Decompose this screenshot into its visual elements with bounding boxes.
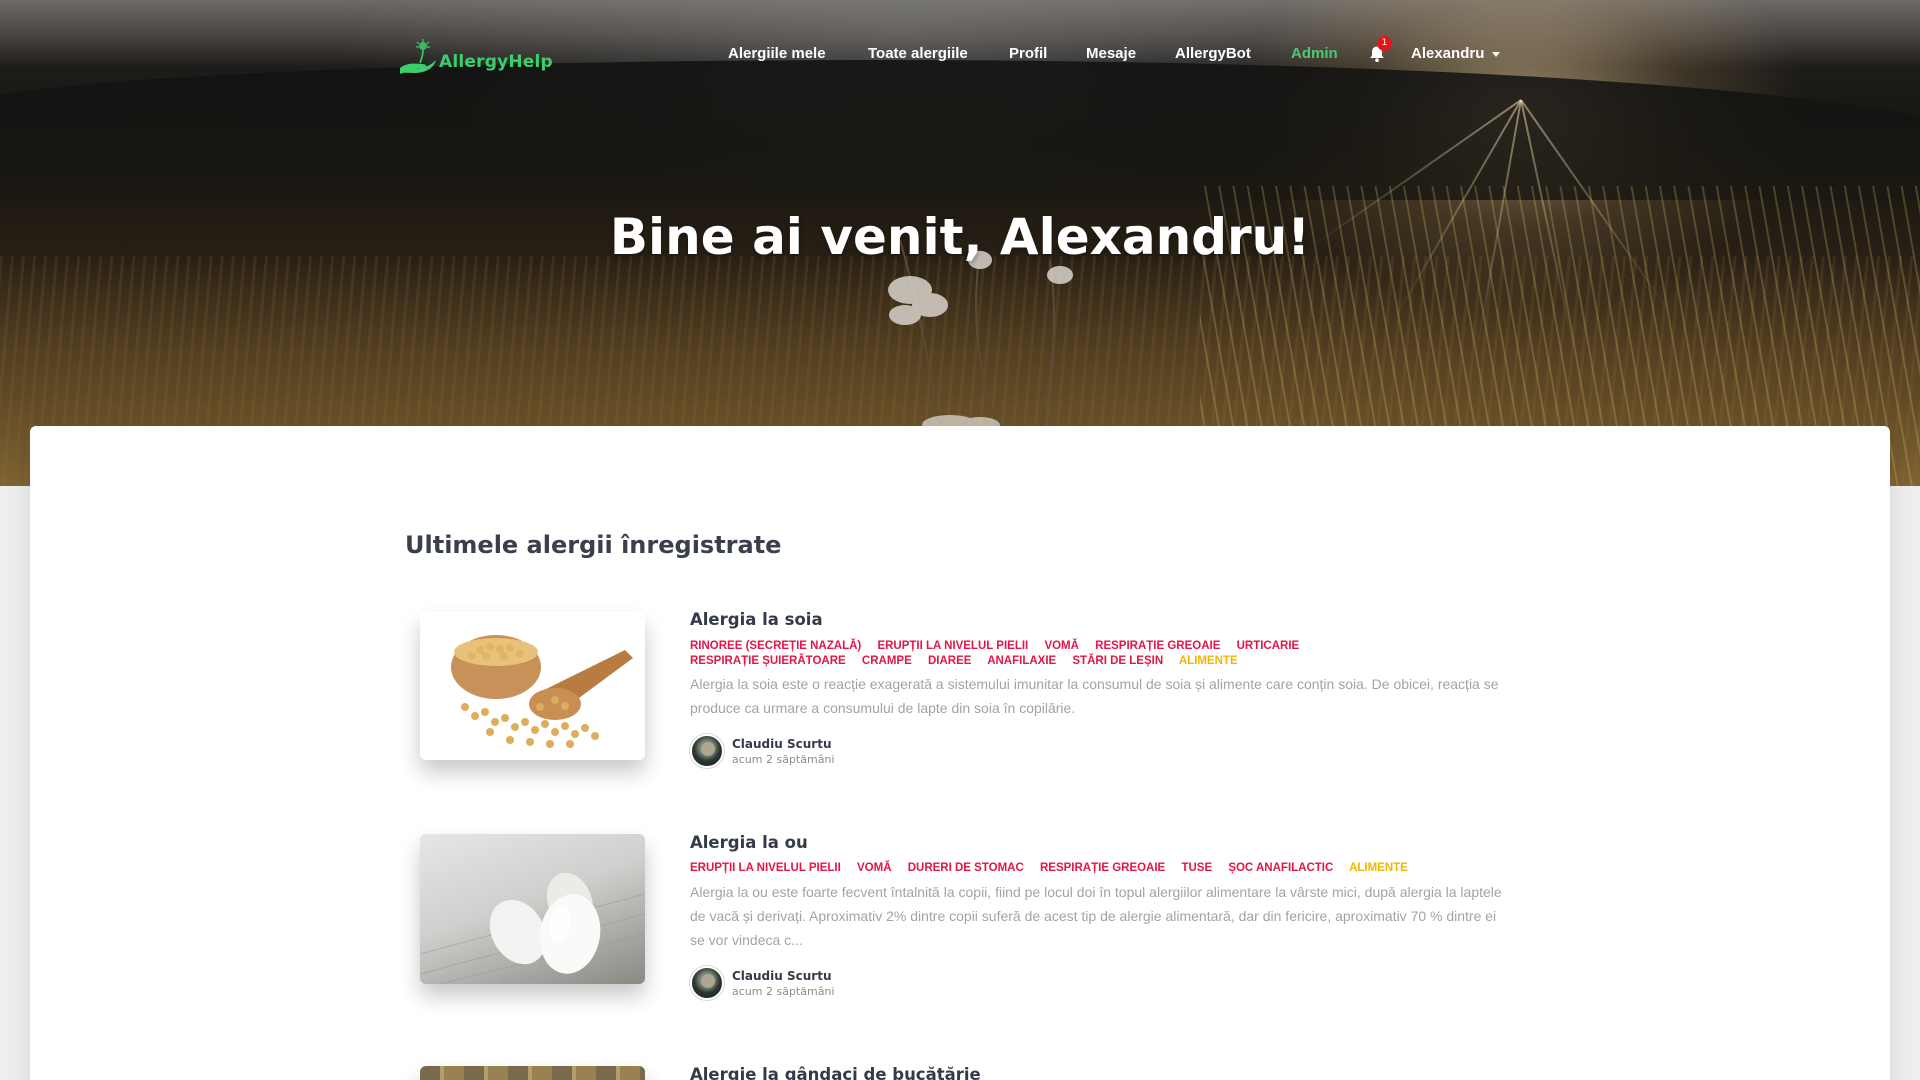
allergy-title[interactable]: Alergia la soia <box>690 610 823 629</box>
hero-title: Bine ai venit, Alexandru! <box>609 208 1311 266</box>
content-card <box>30 426 1890 1080</box>
symptom-tags: Erupții la nivelul pielii Vomă Dureri de… <box>690 861 1450 876</box>
allergy-title[interactable]: Alergia la ou <box>690 833 808 852</box>
author-name[interactable]: Claudiu Scurtu <box>732 969 834 983</box>
soybeans-image[interactable] <box>420 612 645 760</box>
symptom-tag[interactable]: Urticarie <box>1237 640 1300 652</box>
eggs-illustration <box>420 872 645 984</box>
symptom-tag[interactable]: Erupții la nivelul pielii <box>690 862 841 874</box>
nav-menu: Alergiile mele Toate alergiile Profil Me… <box>0 45 1920 67</box>
author-info: Claudiu Scurtu acum 2 săptămâni <box>690 734 834 768</box>
post-time: acum 2 săptămâni <box>732 752 835 766</box>
symptom-tag[interactable]: Erupții la nivelul pielii <box>877 640 1028 652</box>
user-name: Alexandru <box>1411 45 1485 62</box>
symptom-tag[interactable]: Anafilaxie <box>987 655 1056 667</box>
symptom-tag[interactable]: Respirație greoaie <box>1095 640 1220 652</box>
symptom-tag[interactable]: Diaree <box>928 655 971 667</box>
symptom-tag[interactable]: Șoc anafilactic <box>1228 862 1333 874</box>
category-tag[interactable]: Alimente <box>1349 862 1408 874</box>
symptom-tag[interactable]: Stări de leșin <box>1072 655 1163 667</box>
category-tag[interactable]: Alimente <box>1179 655 1238 667</box>
allergy-excerpt: Alergia la soia este o reacție exagerată… <box>690 676 1499 716</box>
nav-item-allergybot[interactable]: AllergyBot <box>1175 45 1251 62</box>
cockroach-image[interactable] <box>420 1066 645 1080</box>
symptom-tag[interactable]: Respirație șuierătoare <box>690 655 846 667</box>
symptom-tags: Rinoree (secreție nazală) Erupții la niv… <box>690 639 1390 669</box>
symptom-tag[interactable]: Rinoree (secreție nazală) <box>690 640 861 652</box>
symptom-tag[interactable]: Vomă <box>857 862 892 874</box>
author-name[interactable]: Claudiu Scurtu <box>732 737 834 751</box>
symptom-tag[interactable]: Dureri de stomac <box>908 862 1024 874</box>
nav-item-alergiile-mele[interactable]: Alergiile mele <box>728 45 826 62</box>
post-time: acum 2 săptămâni <box>732 984 835 998</box>
nav-item-admin[interactable]: Admin <box>1291 45 1338 62</box>
top-navbar: AllergyHelp Alergiile mele Toate alergii… <box>0 0 1920 110</box>
symptom-tag[interactable]: Crampe <box>862 655 912 667</box>
notification-badge: 1 <box>1377 36 1392 51</box>
user-dropdown[interactable]: Alexandru <box>1411 45 1501 62</box>
author-info: Claudiu Scurtu acum 2 săptămâni <box>690 966 834 1000</box>
nav-item-profil[interactable]: Profil <box>1009 45 1047 62</box>
avatar[interactable] <box>690 734 724 768</box>
symptom-tag[interactable]: Vomă <box>1044 640 1079 652</box>
section-title: Ultimele alergii înregistrate <box>405 531 782 559</box>
nav-item-toate-alergiile[interactable]: Toate alergiile <box>868 45 968 62</box>
symptom-tag[interactable]: Respirație greoaie <box>1040 862 1165 874</box>
symptom-tag[interactable]: Tuse <box>1181 862 1212 874</box>
nav-item-mesaje[interactable]: Mesaje <box>1086 45 1136 62</box>
eggs-image[interactable] <box>420 834 645 984</box>
allergy-excerpt: Alergia la ou este foarte fecvent întaln… <box>690 884 1502 948</box>
allergy-title[interactable]: Alergie la gândaci de bucătărie <box>690 1065 981 1080</box>
soybeans-illustration <box>451 635 633 748</box>
avatar[interactable] <box>690 966 724 1000</box>
caret-down-icon <box>1492 52 1501 57</box>
